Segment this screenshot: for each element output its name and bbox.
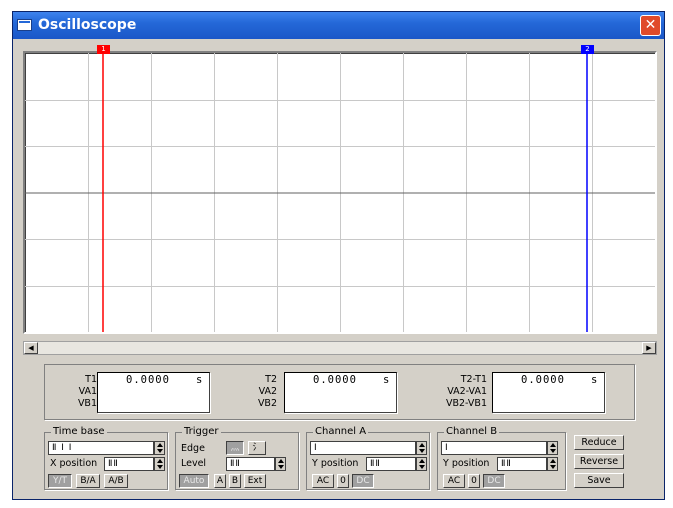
channel-a-zero-button[interactable]: 0 [337,474,349,488]
trigger-group: Trigger Edge ⺣ ⺡ Level ⅡⅡ Auto A B Ext [175,426,299,490]
channel-b-ac-button[interactable]: AC [443,474,465,488]
save-button[interactable]: Save [574,473,624,488]
window-title: Oscilloscope [38,17,137,33]
t2-unit: s [383,374,391,386]
xpos-field[interactable]: ⅡⅡ [104,457,154,471]
t1-value: 0.0000 [126,374,170,386]
close-button[interactable]: ✕ [640,15,661,36]
oscilloscope-screen: 1 2 [23,45,657,334]
edge-label: Edge [181,443,205,454]
t1-readout: 0.0000 s [97,372,210,413]
diff-value: 0.0000 [521,374,565,386]
level-label: Level [181,458,207,469]
cursor-2-marker[interactable]: 2 [581,45,594,54]
ext-button[interactable]: Ext [244,474,266,488]
va1-label: VA1 [78,386,97,397]
vb1-label: VB1 [77,398,97,409]
t2-t1-label: T2-T1 [460,374,487,385]
ab-button[interactable]: A/B [104,474,128,488]
title-bar[interactable]: Oscilloscope ✕ [13,12,664,39]
ba-button[interactable]: B/A [76,474,100,488]
xpos-spinner[interactable] [154,457,165,471]
channel-b-zero-button[interactable]: 0 [468,474,480,488]
oscilloscope-window: Oscilloscope ✕ 1 2 ◀ ▶ T1 VA1 VB1 0.0000… [12,11,665,500]
diff-labels: T2-T1 VA2-VA1 VB2-VB1 [429,374,487,410]
channel-a-ac-button[interactable]: AC [312,474,334,488]
reduce-button[interactable]: Reduce [574,435,624,450]
timebase-scale-spinner[interactable] [154,441,165,455]
channel-a-ypos-label: Y position [312,458,359,469]
trigger-b-button[interactable]: B [229,474,241,488]
channel-a-scale-field[interactable]: Ⅰ [310,441,416,455]
horizontal-scrollbar[interactable]: ◀ ▶ [23,341,657,355]
timebase-title: Time base [51,426,107,437]
t1-labels: T1 VA1 VB1 [57,374,97,410]
channel-a-dc-button[interactable]: DC [352,474,374,488]
scroll-right-button[interactable]: ▶ [642,342,656,354]
va2-va1-label: VA2-VA1 [447,386,487,397]
timebase-scale-field[interactable]: Ⅱ Ⅰ Ⅰ [48,441,154,455]
screen-grid [25,53,655,332]
channel-a-group: Channel A Ⅰ Y position ⅡⅡ AC 0 DC [306,426,430,490]
cursor-readout-panel: T1 VA1 VB1 0.0000 s T2 VA2 VB2 0.0000 s … [44,364,635,420]
t2-value: 0.0000 [313,374,357,386]
scroll-left-button[interactable]: ◀ [24,342,38,354]
xpos-label: X position [50,458,98,469]
t2-labels: T2 VA2 VB2 [237,374,277,410]
level-field[interactable]: ⅡⅡ [226,457,275,471]
trigger-a-button[interactable]: A [214,474,226,488]
t1-unit: s [196,374,204,386]
trigger-title: Trigger [182,426,221,437]
va2-label: VA2 [258,386,277,397]
timebase-group: Time base Ⅱ Ⅰ Ⅰ X position ⅡⅡ Y/T B/A A/… [44,426,168,490]
vb2-vb1-label: VB2-VB1 [446,398,487,409]
channel-b-ypos-field[interactable]: ⅡⅡ [497,457,547,471]
channel-a-ypos-field[interactable]: ⅡⅡ [366,457,416,471]
t2-label: T2 [265,374,277,385]
channel-b-ypos-spinner[interactable] [547,457,558,471]
channel-b-scale-field[interactable]: Ⅰ [441,441,547,455]
channel-a-ypos-spinner[interactable] [416,457,427,471]
diff-readout: 0.0000 s [492,372,605,413]
window-icon [17,19,32,31]
channel-a-scale-spinner[interactable] [416,441,427,455]
channel-b-group: Channel B Ⅰ Y position ⅡⅡ AC 0 DC [437,426,566,490]
channel-b-ypos-label: Y position [443,458,490,469]
channel-b-dc-button[interactable]: DC [483,474,505,488]
yt-button[interactable]: Y/T [48,474,72,488]
level-spinner[interactable] [275,457,286,471]
channel-b-scale-spinner[interactable] [547,441,558,455]
channel-a-title: Channel A [313,426,369,437]
auto-button[interactable]: Auto [179,474,209,488]
falling-edge-button[interactable]: ⺡ [248,441,266,455]
diff-unit: s [591,374,599,386]
t2-readout: 0.0000 s [284,372,397,413]
rising-edge-button[interactable]: ⺣ [226,441,244,455]
reverse-button[interactable]: Reverse [574,454,624,469]
cursor-1-marker[interactable]: 1 [97,45,110,54]
t1-label: T1 [85,374,97,385]
vb2-label: VB2 [257,398,277,409]
channel-b-title: Channel B [444,426,500,437]
